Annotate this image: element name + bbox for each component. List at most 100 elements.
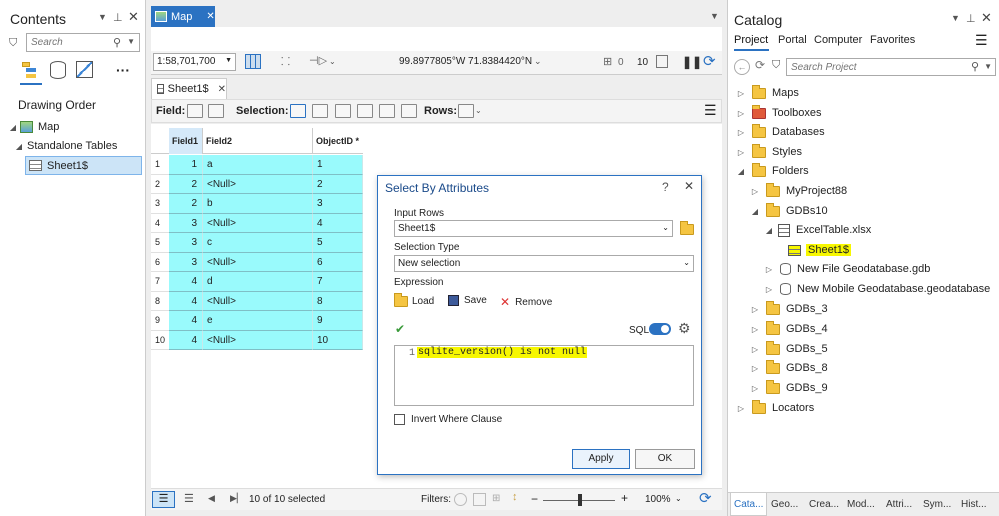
expression-text[interactable]: sqlite_version() is not null <box>417 347 588 358</box>
expand-icon[interactable]: ▷ <box>736 148 746 157</box>
catalog-item-locators[interactable]: ▷ Locators <box>736 399 814 417</box>
gear-icon[interactable]: ⚙ <box>678 320 691 337</box>
expand-icon[interactable]: ▷ <box>736 89 746 98</box>
field2-cell[interactable]: e <box>203 311 313 331</box>
contents-menu-icon[interactable]: ▼ <box>98 12 107 22</box>
row-number[interactable]: 10 <box>151 330 169 350</box>
expand-icon[interactable]: ▷ <box>750 384 760 393</box>
objectid-cell[interactable]: 8 <box>313 291 363 311</box>
sql-toggle[interactable] <box>649 323 671 335</box>
show-all-records-icon[interactable]: ☰ <box>152 491 175 508</box>
chevron-down-icon[interactable]: ▼ <box>710 11 719 21</box>
row-number[interactable]: 5 <box>151 233 169 253</box>
list-by-drawing-order-icon[interactable] <box>20 62 40 80</box>
zoom-slider-thumb[interactable] <box>578 494 582 506</box>
field2-cell[interactable]: <Null> <box>203 330 313 350</box>
delete-selection-icon[interactable] <box>379 104 395 118</box>
close-icon[interactable]: ✕ <box>128 9 139 25</box>
browse-folder-icon[interactable] <box>680 221 700 238</box>
catalog-item-sheet[interactable]: Sheet1$ <box>788 241 851 259</box>
close-icon[interactable]: ✕ <box>206 11 214 22</box>
objectid-cell[interactable]: 7 <box>313 272 363 292</box>
filter-range-icon[interactable]: ↕ <box>512 491 518 503</box>
catalog-item-gdbs10[interactable]: ◢ GDBs10 <box>750 202 828 220</box>
list-by-source-icon[interactable] <box>50 61 66 79</box>
zoom-out-icon[interactable]: − <box>531 492 538 506</box>
close-icon[interactable]: ✕ <box>684 179 694 193</box>
select-by-attributes-icon[interactable] <box>290 104 306 118</box>
catalog-item-gdbs3[interactable]: ▷ GDBs_3 <box>750 300 828 318</box>
pin-icon[interactable]: ⊥ <box>966 12 976 25</box>
field1-cell[interactable]: 3 <box>169 252 203 272</box>
objectid-cell[interactable]: 3 <box>313 194 363 214</box>
table-menu-icon[interactable]: ☰ <box>704 102 717 119</box>
expand-icon[interactable]: ▷ <box>736 404 746 413</box>
filter-icon[interactable]: ⛉ <box>9 37 17 50</box>
catalog-item-newfile-gdb[interactable]: ▷ New File Geodatabase.gdb <box>764 260 930 278</box>
catalog-item-exceltable[interactable]: ◢ ExcelTable.xlsx <box>764 221 871 239</box>
expand-icon[interactable]: ▷ <box>736 109 746 118</box>
objectid-cell[interactable]: 10 <box>313 330 363 350</box>
row-number[interactable]: 8 <box>151 291 169 311</box>
pin-icon[interactable]: ⊥ <box>113 11 123 24</box>
previous-record-icon[interactable]: ◀ <box>208 493 215 504</box>
collapse-icon[interactable]: ◢ <box>736 167 746 176</box>
row-number[interactable]: 4 <box>151 213 169 233</box>
ok-button[interactable]: OK <box>635 449 695 469</box>
chevron-down-icon[interactable]: ⌄ <box>475 106 482 115</box>
close-icon[interactable]: ✕ <box>981 10 992 26</box>
calculate-field-icon[interactable] <box>208 104 224 118</box>
map-tab[interactable]: Map ✕ <box>151 6 215 27</box>
switch-selection-icon[interactable] <box>335 104 351 118</box>
objectid-cell[interactable]: 4 <box>313 213 363 233</box>
tab-portal[interactable]: Portal <box>778 34 807 46</box>
bottom-tab-catalog[interactable]: Cata... <box>730 493 768 516</box>
zoom-to-selection-icon[interactable] <box>312 104 328 118</box>
apply-button[interactable]: Apply <box>572 449 630 469</box>
collapse-icon[interactable]: ◢ <box>750 207 760 216</box>
show-selected-records-icon[interactable]: ☰ <box>184 492 194 505</box>
chevron-down-icon[interactable]: ⌄ <box>329 57 336 66</box>
catalog-item-folders[interactable]: ◢ Folders <box>736 162 809 180</box>
field1-cell[interactable]: 2 <box>169 174 203 194</box>
column-header-field2[interactable]: Field2 <box>203 128 313 154</box>
field2-cell[interactable]: d <box>203 272 313 292</box>
rows-options-icon[interactable] <box>458 104 474 118</box>
search-icon[interactable]: ⚲ <box>113 36 121 49</box>
zoom-in-icon[interactable]: + <box>621 491 628 505</box>
field2-cell[interactable]: <Null> <box>203 213 313 233</box>
catalog-item-gdbs5[interactable]: ▷ GDBs_5 <box>750 340 828 358</box>
field1-cell[interactable]: 1 <box>169 155 203 175</box>
list-by-editing-icon[interactable] <box>76 61 93 78</box>
objectid-cell[interactable]: 6 <box>313 252 363 272</box>
filter-time-icon[interactable]: ⊞ <box>492 493 500 504</box>
expand-icon[interactable]: ▷ <box>764 285 774 294</box>
sync-icon[interactable] <box>656 55 668 68</box>
row-number[interactable]: 6 <box>151 252 169 272</box>
field2-cell[interactable]: <Null> <box>203 291 313 311</box>
row-number[interactable]: 7 <box>151 272 169 292</box>
constraints-icon[interactable]: ⊣▷ <box>309 54 327 67</box>
invert-checkbox[interactable] <box>394 414 405 425</box>
expand-icon[interactable]: ▷ <box>750 345 760 354</box>
expand-icon[interactable]: ▷ <box>764 265 774 274</box>
field1-cell[interactable]: 4 <box>169 291 203 311</box>
bottom-tab-history[interactable]: Hist... <box>958 493 990 516</box>
refresh-icon[interactable]: ⟳ <box>703 52 716 70</box>
help-icon[interactable]: ? <box>662 180 669 194</box>
catalog-search-box[interactable]: ⚲ ▼ <box>786 58 996 76</box>
field2-cell[interactable]: c <box>203 233 313 253</box>
chevron-down-icon[interactable]: ⌄ <box>662 223 669 232</box>
objectid-cell[interactable]: 2 <box>313 174 363 194</box>
collapse-icon[interactable]: ◢ <box>14 142 24 151</box>
invert-where-clause[interactable]: Invert Where Clause <box>394 414 502 425</box>
chevron-down-icon[interactable]: ⌄ <box>534 56 542 67</box>
field2-cell[interactable]: <Null> <box>203 174 313 194</box>
catalog-filter-icon[interactable]: ⛉ <box>772 59 780 72</box>
tree-item-standalone-tables[interactable]: ◢ Standalone Tables <box>14 137 117 155</box>
field1-cell[interactable]: 4 <box>169 272 203 292</box>
expression-editor[interactable]: 1 sqlite_version() is not null <box>394 345 694 406</box>
field2-cell[interactable]: a <box>203 155 313 175</box>
tree-item-map[interactable]: ◢ Map <box>8 118 59 136</box>
expand-icon[interactable]: ▷ <box>750 187 760 196</box>
